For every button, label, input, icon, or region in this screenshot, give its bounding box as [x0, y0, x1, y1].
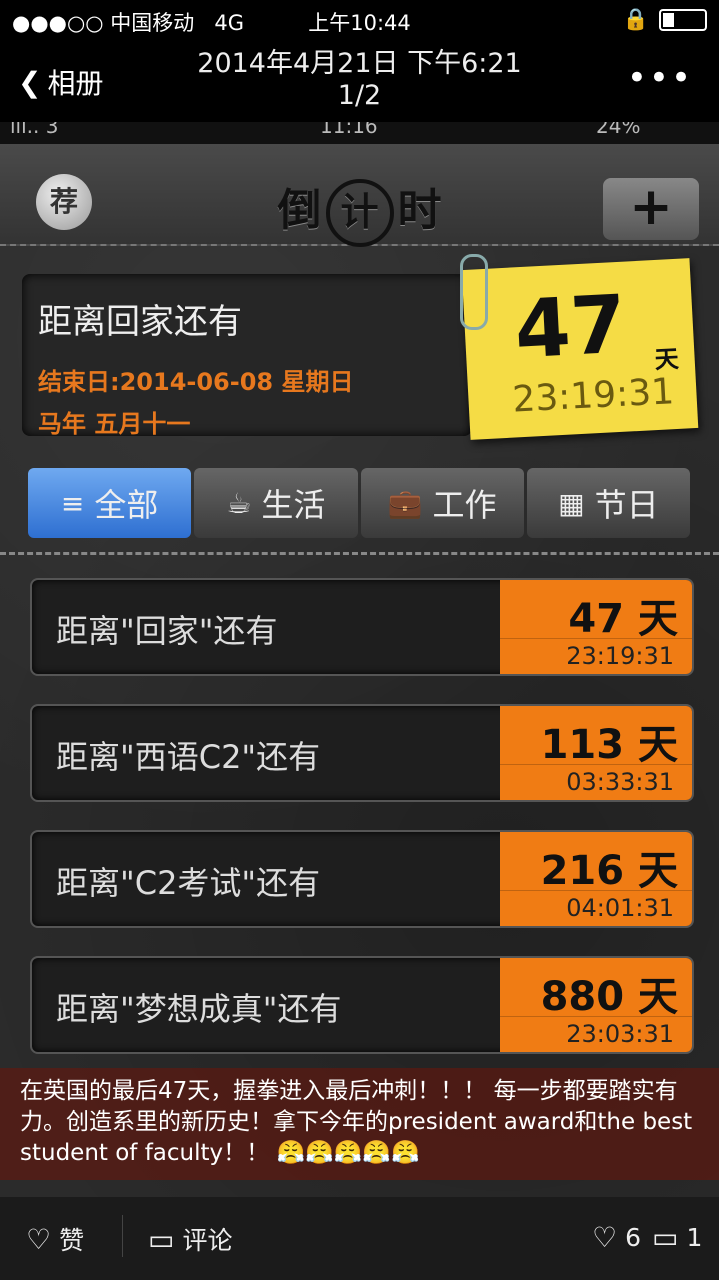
paperclip-icon — [460, 254, 488, 330]
briefcase-icon: 💼 — [387, 486, 423, 520]
battery-icon — [659, 8, 707, 31]
heart-icon: ♡ — [592, 1221, 618, 1254]
app-header: 荐 倒计时 + — [0, 144, 719, 247]
emoji-sequence: 😤😤😤😤😤 — [276, 1140, 420, 1166]
comment-icon: ▭ — [652, 1221, 679, 1254]
like-button[interactable]: ♡ 赞 — [26, 1221, 84, 1257]
countdown-item[interactable]: 距离"梦想成真"还有 880 天 23:03:31 — [30, 956, 694, 1054]
comment-icon: ▭ — [148, 1222, 175, 1256]
photo-viewer-navbar: ❮ 相册 2014年4月21日 下午6:21 1/2 ••• — [0, 40, 719, 122]
end-date: 结束日:2014-06-08 星期日 — [38, 368, 354, 396]
bottom-action-bar: ♡ 赞 ▭ 评论 ♡ 6 ▭ 1 — [0, 1197, 719, 1280]
rotation-lock-icon: 🔒 — [622, 7, 649, 31]
heart-icon: ♡ — [26, 1222, 52, 1256]
comment-count[interactable]: ▭ 1 — [652, 1221, 702, 1254]
coffee-cup-icon: ☕ — [226, 486, 252, 520]
featured-days: 47 — [512, 277, 629, 377]
status-bar: ●●●○○ 中国移动 4G 上午10:44 🔒 — [0, 0, 719, 40]
list-icon: ≡ — [60, 486, 85, 520]
lunar-date: 马年 五月十一 — [38, 410, 191, 438]
countdown-item[interactable]: 距离"C2考试"还有 216 天 04:01:31 — [30, 830, 694, 928]
featured-time: 23:19:31 — [511, 371, 676, 421]
countdown-item[interactable]: 距离"回家"还有 47 天 23:19:31 — [30, 578, 694, 676]
photo-title: 2014年4月21日 下午6:21 1/2 — [0, 48, 719, 112]
countdown-item[interactable]: 距离"西语C2"还有 113 天 03:33:31 — [30, 704, 694, 802]
divider — [122, 1215, 123, 1257]
tab-all[interactable]: ≡ 全部 — [28, 468, 192, 538]
tab-life[interactable]: ☕ 生活 — [194, 468, 358, 538]
add-button[interactable]: + — [603, 178, 699, 240]
category-tabs: ≡ 全部 ☕ 生活 💼 工作 ▦ 节日 — [28, 468, 690, 538]
sticky-note-days: 47 天 23:19:31 — [461, 258, 699, 440]
countdown-app-screenshot: ııl.. 3 11:16 24% 荐 倒计时 + 距离回家还有 结束日:201… — [0, 122, 719, 1197]
inner-status-bar: ııl.. 3 11:16 24% — [0, 122, 719, 144]
like-count[interactable]: ♡ 6 — [592, 1221, 641, 1254]
page-indicator: 1/2 — [337, 80, 382, 111]
status-time: 上午10:44 — [308, 11, 411, 35]
dashed-divider — [0, 552, 719, 555]
featured-countdown[interactable]: 距离回家还有 结束日:2014-06-08 星期日 马年 五月十一 — [22, 274, 472, 438]
photo-caption: 在英国的最后47天，握拳进入最后冲刺！！！ 每一步都要踏实有力。创造系里的新历史… — [0, 1068, 719, 1180]
featured-title: 距离回家还有 — [38, 302, 242, 342]
comment-button[interactable]: ▭ 评论 — [148, 1221, 232, 1257]
tab-holiday[interactable]: ▦ 节日 — [526, 468, 690, 538]
photo-date: 2014年4月21日 下午6:21 — [197, 48, 522, 79]
more-options-button[interactable]: ••• — [627, 58, 693, 98]
tab-work[interactable]: 💼 工作 — [360, 468, 524, 538]
calendar-icon: ▦ — [558, 486, 585, 520]
featured-unit: 天 — [653, 344, 680, 375]
